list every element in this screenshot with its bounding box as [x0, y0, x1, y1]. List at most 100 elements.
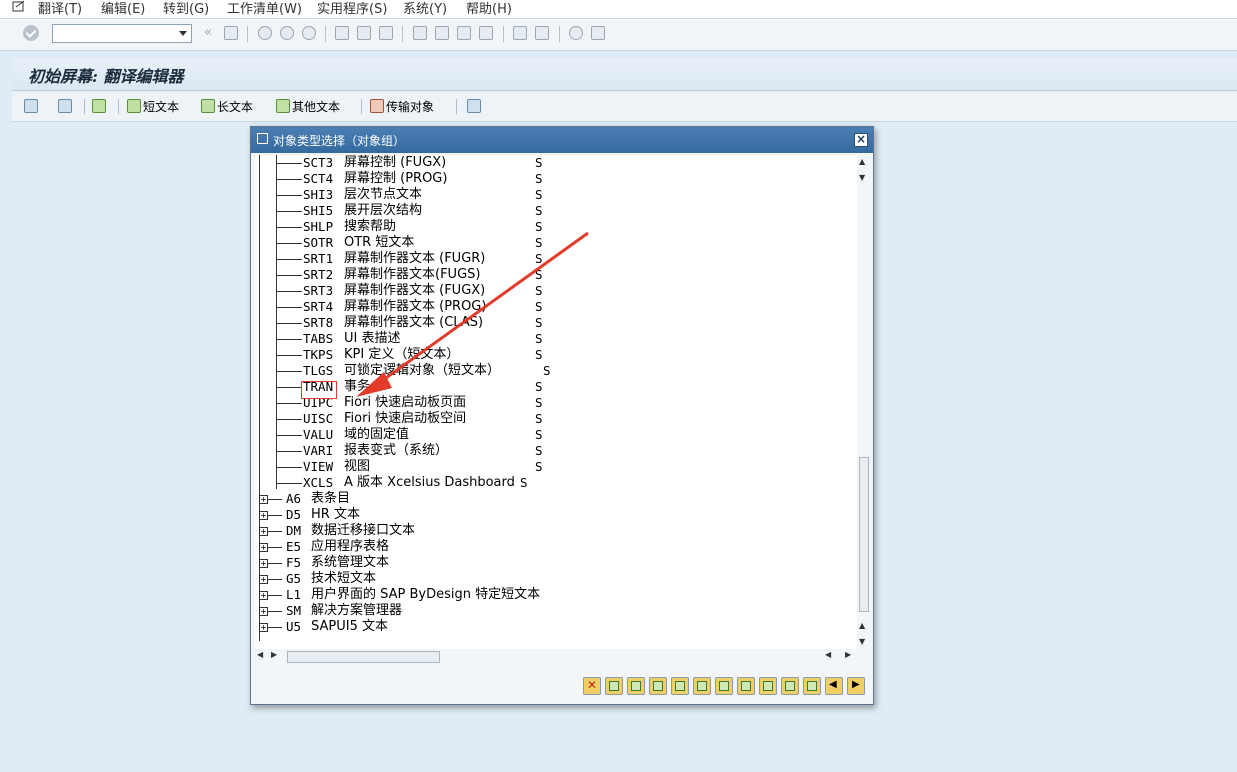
previous-page-icon[interactable] — [435, 26, 449, 40]
tree-group-node[interactable]: + SM 解决方案管理器 — [255, 603, 859, 619]
find-next-icon[interactable] — [379, 26, 393, 40]
next-page-icon[interactable] — [457, 26, 471, 40]
tree-row[interactable]: SRT3 屏幕制作器文本 (FUGX) S — [255, 283, 859, 299]
tree-row[interactable]: UIPC Fiori 快速启动板页面 S — [255, 395, 859, 411]
tree-row[interactable]: TKPS KPI 定义（短文本） S — [255, 347, 859, 363]
open-icon[interactable] — [24, 97, 40, 115]
expand-all-button[interactable] — [693, 677, 711, 695]
first-page-icon[interactable] — [413, 26, 427, 40]
tree-row[interactable]: SRT4 屏幕制作器文本 (PROG) S — [255, 299, 859, 315]
tree-row[interactable]: VIEW 视图 S — [255, 459, 859, 475]
menu-translate[interactable]: 翻译(T) — [38, 0, 82, 17]
scrollbar-thumb[interactable] — [287, 651, 440, 663]
expand-icon[interactable]: + — [259, 607, 268, 616]
tree-row[interactable]: SRT8 屏幕制作器文本 (CLAS) S — [255, 315, 859, 331]
tree-row[interactable]: SOTR OTR 短文本 S — [255, 235, 859, 251]
tree-row[interactable]: TLGS 可锁定逻辑对象（短文本） S — [255, 363, 859, 379]
tree-row[interactable]: UISC Fiori 快速启动板空间 S — [255, 411, 859, 427]
close-icon[interactable]: × — [854, 133, 868, 147]
command-field[interactable] — [52, 24, 192, 43]
layout-menu-icon[interactable] — [591, 26, 605, 40]
scroll-up-icon[interactable]: ▲ — [859, 157, 865, 166]
expand-icon[interactable]: + — [259, 559, 268, 568]
help-icon[interactable] — [569, 26, 583, 40]
tree-group-node[interactable]: + L1 用户界面的 SAP ByDesign 特定短文本 — [255, 587, 859, 603]
print-icon[interactable] — [335, 26, 349, 40]
scroll-left-icon[interactable]: ◀ — [257, 650, 263, 659]
tree-row-status: S — [535, 331, 543, 346]
expand-subtree-button[interactable] — [649, 677, 667, 695]
scroll-right-icon[interactable]: ▶ — [271, 650, 277, 659]
horizontal-scrollbar[interactable]: ◀ ▶ ◀ ▶ — [255, 649, 859, 663]
scroll-left-icon[interactable]: ◀ — [825, 650, 831, 659]
tree-row[interactable]: XCLS A 版本 Xcelsius Dashboard S — [255, 475, 859, 491]
tree-group-node[interactable]: + F5 系统管理文本 — [255, 555, 859, 571]
short-text-button[interactable]: 短文本 — [127, 97, 179, 115]
chevron-down-icon[interactable] — [179, 31, 187, 36]
scrollbar-thumb[interactable] — [859, 457, 869, 612]
tree-group-node[interactable]: + A6 表条目 — [255, 491, 859, 507]
tree-row[interactable]: TRAN 事务 S — [255, 379, 859, 395]
tree-row[interactable]: SHI3 层次节点文本 S — [255, 187, 859, 203]
cancel-icon[interactable] — [302, 26, 316, 40]
create-session-icon[interactable] — [513, 26, 527, 40]
enter-icon[interactable] — [23, 25, 39, 41]
menu-utilities[interactable]: 实用程序(S) — [317, 0, 387, 17]
expand-icon[interactable]: + — [259, 591, 268, 600]
expand-icon[interactable]: + — [259, 575, 268, 584]
tree-row[interactable]: SHI5 展开层次结构 S — [255, 203, 859, 219]
tree-row[interactable]: SCT3 屏幕控制 (FUGX) S — [255, 155, 859, 171]
expand-icon[interactable]: + — [259, 527, 268, 536]
exit-icon[interactable] — [280, 26, 294, 40]
transport-object-button[interactable]: 传输对象 — [370, 97, 434, 115]
print-button[interactable] — [803, 677, 821, 695]
worklist-icon[interactable] — [92, 97, 108, 115]
settings-icon[interactable] — [467, 97, 483, 115]
scroll-down-icon[interactable]: ▼ — [859, 173, 865, 182]
tree-row[interactable]: SRT1 屏幕制作器文本 (FUGR) S — [255, 251, 859, 267]
menu-system[interactable]: 系统(Y) — [403, 0, 447, 17]
expand-icon[interactable]: + — [259, 495, 268, 504]
scroll-right-icon[interactable]: ▶ — [845, 650, 851, 659]
tree-row[interactable]: TABS UI 表描述 S — [255, 331, 859, 347]
vertical-scrollbar[interactable]: ▲ ▼ ▲ ▼ — [857, 155, 871, 649]
tree-group-node[interactable]: + D5 HR 文本 — [255, 507, 859, 523]
back-icon[interactable] — [258, 26, 272, 40]
find-icon[interactable] — [357, 26, 371, 40]
save-icon[interactable] — [224, 26, 238, 40]
tree-group-node[interactable]: + DM 数据迁移接口文本 — [255, 523, 859, 539]
edit-icon[interactable] — [58, 97, 74, 115]
tree-row[interactable]: VALU 域的固定值 S — [255, 427, 859, 443]
select-button[interactable] — [605, 677, 623, 695]
previous-button[interactable] — [825, 677, 843, 695]
long-text-button[interactable]: 长文本 — [201, 97, 253, 115]
menu-window-icon[interactable] — [12, 0, 26, 14]
tree-row[interactable]: SHLP 搜索帮助 S — [255, 219, 859, 235]
shortcut-icon[interactable] — [535, 26, 549, 40]
other-text-button[interactable]: 其他文本 — [276, 97, 340, 115]
tree-row[interactable]: VARI 报表变式（系统） S — [255, 443, 859, 459]
scroll-up-icon[interactable]: ▲ — [859, 621, 865, 630]
tree-group-node[interactable]: + U5 SAPUI5 文本 — [255, 619, 859, 635]
menu-help[interactable]: 帮助(H) — [466, 0, 512, 17]
collapse-all-button[interactable] — [715, 677, 733, 695]
next-button[interactable] — [847, 677, 865, 695]
tree-group-node[interactable]: + G5 技术短文本 — [255, 571, 859, 587]
expand-icon[interactable]: + — [259, 623, 268, 632]
menu-edit[interactable]: 编辑(E) — [101, 0, 145, 17]
find-button[interactable] — [759, 677, 777, 695]
menu-goto[interactable]: 转到(G) — [163, 0, 209, 17]
last-page-icon[interactable] — [479, 26, 493, 40]
scroll-down-icon[interactable]: ▼ — [859, 637, 865, 646]
choose-button[interactable] — [627, 677, 645, 695]
tree-group-node[interactable]: + E5 应用程序表格 — [255, 539, 859, 555]
tree-row[interactable]: SCT4 屏幕控制 (PROG) S — [255, 171, 859, 187]
find-next-button[interactable] — [781, 677, 799, 695]
position-button[interactable] — [737, 677, 755, 695]
tree-row[interactable]: SRT2 屏幕制作器文本(FUGS) S — [255, 267, 859, 283]
cancel-button[interactable] — [583, 677, 601, 695]
expand-icon[interactable]: + — [259, 543, 268, 552]
menu-worklist[interactable]: 工作清单(W) — [227, 0, 302, 17]
expand-icon[interactable]: + — [259, 511, 268, 520]
collapse-subtree-button[interactable] — [671, 677, 689, 695]
